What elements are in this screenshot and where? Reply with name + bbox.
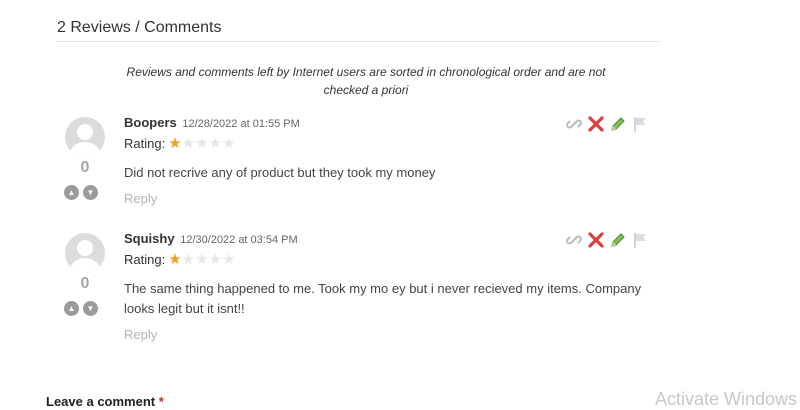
thumbs-up-icon[interactable]: ▲ bbox=[64, 185, 79, 200]
comment-date: 12/30/2022 at 03:54 PM bbox=[180, 234, 298, 246]
star-empty-icon: ★ bbox=[195, 135, 209, 152]
comment-text: Did not recrive any of product but they … bbox=[124, 165, 436, 180]
flag-icon[interactable] bbox=[631, 231, 649, 249]
rating-label: Rating: bbox=[124, 252, 166, 267]
delete-icon[interactable] bbox=[587, 231, 605, 249]
star-empty-icon: ★ bbox=[222, 251, 236, 268]
star-empty-icon: ★ bbox=[222, 135, 236, 152]
comment-item: 0 ▲ ▼ Boopers 12/28/2022 at 01:55 PM Rat… bbox=[57, 115, 667, 245]
avatar bbox=[65, 233, 105, 273]
edit-pencil-icon[interactable] bbox=[609, 115, 627, 133]
vote-buttons: ▲ ▼ bbox=[64, 185, 98, 200]
star-filled-icon: ★ bbox=[168, 251, 182, 268]
comment-score: 0 bbox=[80, 275, 90, 292]
comment-author: Boopers bbox=[124, 115, 177, 130]
avatar bbox=[65, 117, 105, 157]
reply-link[interactable]: Reply bbox=[124, 327, 157, 342]
reply-link[interactable]: Reply bbox=[124, 191, 157, 206]
star-filled-icon: ★ bbox=[168, 135, 182, 152]
star-empty-icon: ★ bbox=[181, 135, 196, 152]
delete-icon[interactable] bbox=[587, 115, 605, 133]
comment-text: The same thing happened to me. Took my m… bbox=[124, 281, 642, 316]
star-empty-icon: ★ bbox=[208, 251, 223, 268]
comment-author: Squishy bbox=[124, 231, 175, 246]
star-empty-icon: ★ bbox=[181, 251, 196, 268]
rating-label: Rating: bbox=[124, 136, 166, 151]
link-icon[interactable] bbox=[565, 115, 583, 133]
thumbs-down-icon[interactable]: ▼ bbox=[83, 301, 98, 316]
edit-pencil-icon[interactable] bbox=[609, 231, 627, 249]
reviews-title: 2 Reviews / Comments bbox=[57, 19, 222, 36]
moderation-notice: Reviews and comments left by Internet us… bbox=[126, 65, 606, 97]
comment-rating: Rating: ★ ★ ★ ★ ★ bbox=[124, 136, 235, 151]
link-icon[interactable] bbox=[565, 231, 583, 249]
thumbs-down-icon[interactable]: ▼ bbox=[83, 185, 98, 200]
star-empty-icon: ★ bbox=[195, 251, 209, 268]
comment-header: Boopers 12/28/2022 at 01:55 PM bbox=[124, 115, 300, 130]
rating-stars: ★ ★ ★ ★ ★ bbox=[168, 252, 235, 267]
title-divider bbox=[57, 41, 660, 42]
rating-stars: ★ ★ ★ ★ ★ bbox=[168, 136, 235, 151]
vote-buttons: ▲ ▼ bbox=[64, 301, 98, 316]
flag-icon[interactable] bbox=[631, 115, 649, 133]
comment-rating: Rating: ★ ★ ★ ★ ★ bbox=[124, 252, 235, 267]
comment-date: 12/28/2022 at 01:55 PM bbox=[182, 118, 300, 130]
star-empty-icon: ★ bbox=[208, 135, 223, 152]
comment-header: Squishy 12/30/2022 at 03:54 PM bbox=[124, 231, 298, 246]
comment-score: 0 bbox=[80, 159, 90, 176]
thumbs-up-icon[interactable]: ▲ bbox=[64, 301, 79, 316]
comment-item: 0 ▲ ▼ Squishy 12/30/2022 at 03:54 PM Rat… bbox=[57, 231, 667, 361]
comment-actions bbox=[565, 231, 649, 249]
comment-actions bbox=[565, 115, 649, 133]
